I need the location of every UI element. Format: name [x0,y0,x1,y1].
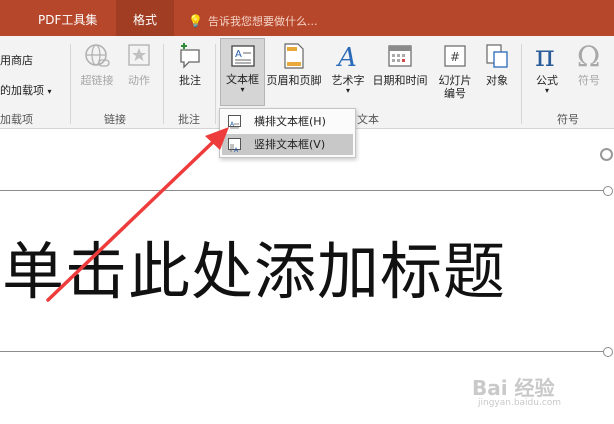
watermark-url: jingyan.baidu.com [478,398,562,408]
watermark-logo: Bai 经验 [472,376,555,400]
annotation-arrow [46,127,229,302]
